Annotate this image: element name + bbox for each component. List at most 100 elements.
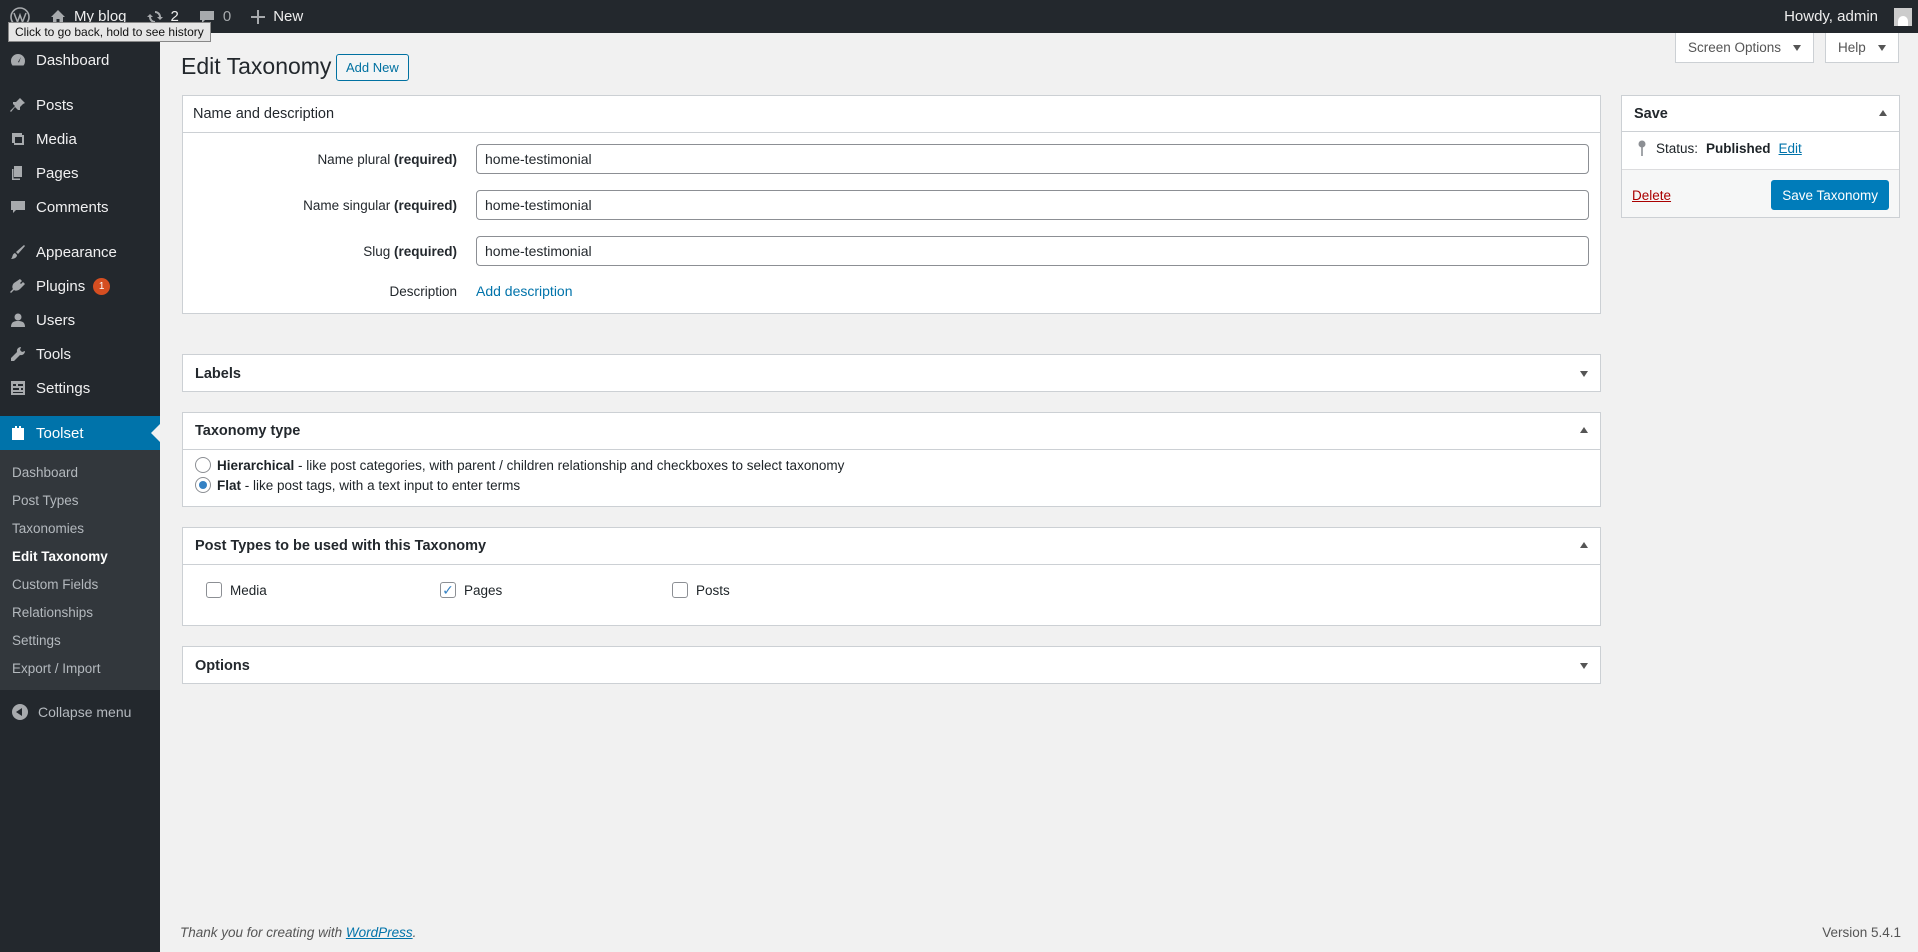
name-plural-label: Name plural (required) — [317, 151, 457, 167]
new-label: New — [273, 8, 304, 25]
sidebar-item-settings[interactable]: Settings — [0, 371, 160, 405]
new-content-menu[interactable]: New — [241, 0, 313, 33]
caret-down-icon — [1793, 44, 1802, 51]
hierarchical-radio[interactable] — [195, 457, 211, 473]
box-title: Post Types to be used with this Taxonomy — [195, 538, 487, 554]
description-label: Description — [389, 283, 457, 299]
sidebar-item-posts[interactable]: Posts — [0, 88, 160, 122]
collapse-menu-button[interactable]: Collapse menu — [0, 693, 160, 731]
save-taxonomy-button[interactable]: Save Taxonomy — [1771, 180, 1889, 210]
posts-label: Posts — [696, 582, 730, 598]
box-title: Taxonomy type — [195, 423, 301, 439]
admin-sidebar: Dashboard Posts Media Pages Comments App… — [0, 33, 160, 952]
options-box-header[interactable]: Options — [183, 647, 1600, 684]
dashboard-icon — [10, 52, 26, 68]
slug-row: Slug (required) home-testimonial — [183, 235, 1600, 267]
sidebar-item-users[interactable]: Users — [0, 303, 160, 337]
sidebar-item-label: Comments — [36, 198, 109, 216]
post-type-posts[interactable]: Posts — [672, 582, 730, 598]
media-checkbox[interactable] — [206, 582, 222, 598]
sidebar-item-label: Appearance — [36, 243, 117, 261]
avatar — [1894, 7, 1912, 26]
sidebar-item-dashboard[interactable]: Dashboard — [0, 43, 160, 77]
sidebar-item-media[interactable]: Media — [0, 122, 160, 156]
flat-radio[interactable] — [195, 477, 211, 493]
box-title: Options — [195, 657, 250, 674]
sidebar-item-label: Tools — [36, 345, 72, 363]
plugins-update-badge: 1 — [93, 277, 111, 295]
media-icon — [10, 131, 26, 147]
sidebar-item-tools[interactable]: Tools — [0, 337, 160, 371]
help-button[interactable]: Help — [1825, 33, 1899, 63]
toggle-arrow-icon[interactable] — [1580, 371, 1588, 377]
user-icon — [10, 312, 26, 328]
submenu-item-export-import[interactable]: Export / Import — [0, 654, 160, 682]
collapse-menu-label: Collapse menu — [38, 704, 132, 720]
sidebar-item-toolset[interactable]: Toolset — [0, 416, 160, 450]
collapse-arrow-icon — [12, 704, 28, 720]
sidebar-item-label: Media — [36, 130, 77, 148]
plus-icon — [251, 9, 266, 24]
flat-option[interactable]: Flat - like post tags, with a text input… — [195, 477, 520, 493]
labels-box: Labels — [182, 354, 1601, 392]
submenu-item-custom-fields[interactable]: Custom Fields — [0, 570, 160, 598]
sidebar-item-plugins[interactable]: Plugins 1 — [0, 269, 160, 303]
pages-checkbox[interactable]: ✓ — [440, 582, 456, 598]
taxonomy-type-box-header[interactable]: Taxonomy type — [183, 413, 1600, 450]
box-title: Name and description — [183, 96, 1600, 133]
edit-status-link[interactable]: Edit — [1779, 141, 1802, 156]
box-title: Labels — [195, 365, 241, 382]
description-row: Description Add description — [183, 277, 1600, 305]
page-title: Edit Taxonomy — [181, 53, 332, 79]
post-types-box-header[interactable]: Post Types to be used with this Taxonomy — [183, 528, 1600, 565]
toggle-arrow-icon[interactable] — [1580, 542, 1588, 548]
back-tooltip: Click to go back, hold to see history — [8, 22, 211, 42]
sidebar-item-appearance[interactable]: Appearance — [0, 235, 160, 269]
toggle-arrow-icon[interactable] — [1879, 110, 1887, 116]
save-box-header[interactable]: Save — [1622, 96, 1899, 132]
pin-icon — [1638, 140, 1646, 156]
sidebar-item-label: Users — [36, 311, 76, 329]
submenu-item-edit-taxonomy[interactable]: Edit Taxonomy — [0, 542, 160, 570]
submenu-item-taxonomies[interactable]: Taxonomies — [0, 514, 160, 542]
add-new-button[interactable]: Add New — [336, 54, 409, 81]
sidebar-item-comments[interactable]: Comments — [0, 190, 160, 224]
screen-options-button[interactable]: Screen Options — [1675, 33, 1815, 63]
submenu-item-dashboard[interactable]: Dashboard — [0, 458, 160, 486]
name-plural-input[interactable]: home-testimonial — [476, 144, 1589, 174]
slug-label: Slug (required) — [363, 243, 457, 259]
post-type-media[interactable]: Media — [206, 582, 267, 598]
submenu-item-relationships[interactable]: Relationships — [0, 598, 160, 626]
post-types-box: Post Types to be used with this Taxonomy… — [182, 527, 1601, 626]
footer-version: Version 5.4.1 — [1822, 925, 1901, 940]
footer-thanks-text: Thank you for creating with — [180, 925, 346, 940]
name-singular-label: Name singular (required) — [303, 197, 457, 213]
my-account-menu[interactable]: Howdy, admin — [1774, 0, 1918, 33]
slug-input[interactable]: home-testimonial — [476, 236, 1589, 266]
caret-down-icon — [1877, 44, 1886, 51]
comments-count: 0 — [222, 8, 232, 25]
submenu-item-settings[interactable]: Settings — [0, 626, 160, 654]
delete-link[interactable]: Delete — [1632, 188, 1671, 203]
labels-box-header[interactable]: Labels — [183, 355, 1600, 392]
toggle-arrow-icon[interactable] — [1580, 427, 1588, 433]
sidebar-item-pages[interactable]: Pages — [0, 156, 160, 190]
add-description-link[interactable]: Add description — [476, 283, 573, 299]
submenu-item-post-types[interactable]: Post Types — [0, 486, 160, 514]
wordpress-link[interactable]: WordPress — [346, 925, 413, 940]
name-singular-input[interactable]: home-testimonial — [476, 190, 1589, 220]
toolset-icon — [10, 425, 26, 441]
help-label: Help — [1838, 40, 1866, 55]
hierarchical-option[interactable]: Hierarchical - like post categories, wit… — [195, 457, 844, 473]
sidebar-item-label: Pages — [36, 164, 79, 182]
pin-icon — [10, 97, 26, 113]
toolset-submenu: Dashboard Post Types Taxonomies Edit Tax… — [0, 450, 160, 690]
sidebar-item-label: Settings — [36, 379, 91, 397]
pages-icon — [10, 165, 26, 181]
toggle-arrow-icon[interactable] — [1580, 663, 1588, 669]
post-type-pages[interactable]: ✓ Pages — [440, 582, 502, 598]
posts-checkbox[interactable] — [672, 582, 688, 598]
screen-options-label: Screen Options — [1688, 40, 1782, 55]
name-singular-row: Name singular (required) home-testimonia… — [183, 189, 1600, 221]
media-label: Media — [230, 582, 267, 598]
